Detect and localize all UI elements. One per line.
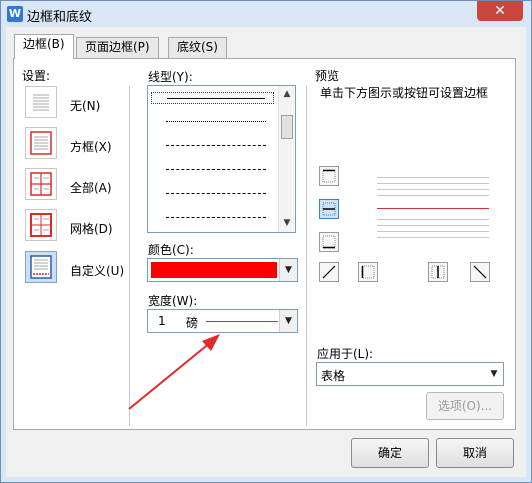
dialog-title: 边框和底纹 — [27, 10, 93, 25]
ok-button[interactable]: 确定 — [351, 438, 429, 468]
dialog-body: 边框(B) 页面边框(P) 底纹(S) 设置: 无(N) 方框(X) 全部(A)… — [6, 27, 526, 477]
annotation-arrow-icon — [128, 334, 220, 410]
title-bar: W 边框和底纹 ✕ — [1, 1, 531, 27]
dialog-window: W 边框和底纹 ✕ 边框(B) 页面边框(P) 底纹(S) 设置: 无(N) 方… — [0, 0, 532, 483]
close-button[interactable]: ✕ — [477, 1, 523, 21]
wps-writer-icon: W — [7, 6, 23, 22]
cancel-button[interactable]: 取消 — [436, 438, 514, 468]
tab-borders[interactable]: 边框(B) — [14, 34, 74, 59]
